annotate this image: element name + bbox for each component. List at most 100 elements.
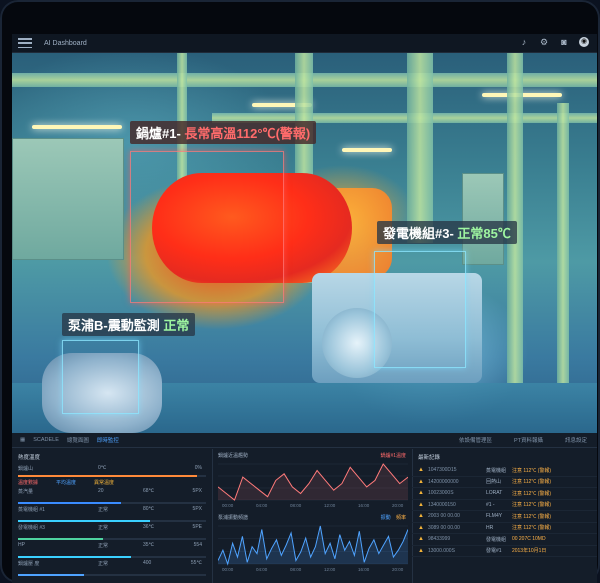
vibration-tick-label: 12:00 xyxy=(324,567,336,572)
sensor-legend: 溫度數據 平均溫度 異常溫度 xyxy=(18,479,206,488)
sensor-level-bar xyxy=(18,502,206,504)
alarm-row[interactable]: ▲ 14200000000 回熱山 注意 112℃ (警報) xyxy=(412,477,597,488)
tab-device-area[interactable]: 依設備管理區 xyxy=(459,436,492,444)
tab-pt-report[interactable]: PT資料報攝 xyxy=(514,436,543,444)
trend-tick-label: 20:00 xyxy=(392,503,404,508)
menu-icon[interactable] xyxy=(18,38,32,48)
pump-detection-box[interactable] xyxy=(62,340,139,414)
sensor-state: 正常 xyxy=(98,525,109,531)
sensor-name: 鍋爐壓 度 xyxy=(18,561,40,567)
alarm-row[interactable]: ▲ 1340000150 #1 - 注意 112℃ (警報) xyxy=(412,500,597,511)
vibration-chart-header: 泵浦振動頻譜 振動 頻率 xyxy=(218,514,406,521)
pump-name: 泵浦B-震動監測 xyxy=(68,318,160,333)
top-bar: AI Dashboard ♪ ⚙ ◙ ◉ xyxy=(12,34,597,53)
sensor-value: 80℃ xyxy=(143,506,155,512)
boiler-detection-box[interactable] xyxy=(130,151,284,303)
alarm-row[interactable]: ▲ 1047300D15 蒸電機組 注意 112℃ (警報) xyxy=(412,465,597,477)
warning-icon: ▲ xyxy=(418,478,424,485)
sensor-level-bar xyxy=(18,556,206,558)
avatar[interactable]: ◉ xyxy=(579,37,589,47)
tab-live[interactable]: 即時監控 xyxy=(97,436,119,444)
thermal-camera-view: 鍋爐#1- 長常高溫112°℃(警報) 發電機組#3- 正常85℃ 泵浦B-震動… xyxy=(12,53,597,433)
sensor-level-bar xyxy=(18,574,206,576)
trend-tick-label: 08:00 xyxy=(290,503,302,508)
alarm-status: 注意 112℃ (警報) xyxy=(511,490,552,497)
tablet-frame: AI Dashboard ♪ ⚙ ◙ ◉ 鍋爐#1- 長常高溫112°℃(警報) xyxy=(0,0,600,583)
charts-panel: 鍋爐近溫趨勢 鍋爐#1溫度 00:00 04:00 08:00 12:00 16:00 2… xyxy=(212,449,413,583)
trend-chart-header: 鍋爐近溫趨勢 鍋爐#1溫度 xyxy=(218,452,406,459)
alarm-row[interactable]: ▲ 2003 00 00.00 FLM4Y 注意 112℃ (警報) xyxy=(412,511,597,523)
app-title: AI Dashboard xyxy=(44,39,87,47)
alarm-time: 3089 00 00.00 xyxy=(427,524,460,531)
warning-icon: ▲ xyxy=(418,547,424,554)
tab-scadele[interactable]: SCADELE xyxy=(33,437,59,443)
vibration-legend-2: 頻率 xyxy=(395,515,406,521)
warning-icon: ▲ xyxy=(418,501,424,508)
alarm-time: 14200000000 xyxy=(427,478,459,485)
sensor-state: 正常 xyxy=(98,507,109,513)
alarm-row[interactable]: ▲ 13000.000S 發電#1 2013年10月1日 xyxy=(412,546,597,557)
bottom-panel: ▦ SCADELE 總覽面圖 即時監控 依設備管理區 PT資料報攝 訊息設定 熱… xyxy=(12,433,597,583)
alarm-panel: 最新記錄 ▲ 1047300D15 蒸電機組 注意 112℃ (警報) ▲ 1420000… xyxy=(412,449,597,583)
boiler-name: 鍋爐#1- xyxy=(136,126,181,141)
legend-abnormal: 異常溫度 xyxy=(94,480,115,486)
ceiling-light xyxy=(32,125,122,129)
alarm-row[interactable]: ▲ 10023000S LORAT 注意 112℃ (警報) xyxy=(412,488,597,500)
alarm-status: 注意 112℃ (警報) xyxy=(511,502,552,509)
sensor-unit: 5PX xyxy=(192,506,202,512)
sensor-panel: 熱度溫度 鍋爐山 0℃ 0% 溫度數據 平均溫度 異常溫度 蒸汽量 20 68℃ 5P… xyxy=(12,449,213,583)
alarm-device: LORAT xyxy=(485,490,503,497)
vibration-chart: 00:00 04:00 08:00 12:00 16:00 20:00 xyxy=(218,525,408,572)
alarm-time: 13000.000S xyxy=(427,547,455,554)
sensor-level-bar xyxy=(18,520,206,522)
alarm-device: FLM4Y xyxy=(485,513,503,520)
ceiling-light xyxy=(342,148,392,152)
tab-message-settings[interactable]: 訊息設定 xyxy=(565,436,587,444)
trend-legend: 鍋爐#1溫度 xyxy=(380,453,406,459)
alarm-device: #1 - xyxy=(485,501,495,508)
tab-bar: ▦ SCADELE 總覽面圖 即時監控 依設備管理區 PT資料報攝 訊息設定 xyxy=(12,433,597,448)
pipe xyxy=(557,103,569,383)
sensor-header-right: 0% xyxy=(194,465,202,471)
alarm-status: 注意 112℃ (警報) xyxy=(511,513,552,520)
sensor-state: 正常 xyxy=(98,543,109,549)
boiler-status: 長常高溫112°℃(警報) xyxy=(184,126,311,141)
sensor-name: 蒸電機組 #1 xyxy=(18,507,45,513)
alarm-device: 蒸電機組 xyxy=(485,467,506,474)
camera-icon[interactable]: ◙ xyxy=(559,37,569,47)
trend-tick-label: 00:00 xyxy=(222,503,234,508)
tab-overview[interactable]: 總覽面圖 xyxy=(67,436,89,444)
sensor-unit: 554 xyxy=(193,542,202,548)
alarm-time: 98433999 xyxy=(427,536,451,543)
generator-detection-box[interactable] xyxy=(374,251,466,368)
dashboard-screen: AI Dashboard ♪ ⚙ ◙ ◉ 鍋爐#1- 長常高溫112°℃(警報) xyxy=(12,34,597,583)
vibration-tick-label: 00:00 xyxy=(222,567,234,572)
alarm-device: HR xyxy=(485,524,494,531)
pump-status: 正常 xyxy=(163,318,190,333)
sensor-state: 20 xyxy=(98,488,104,494)
legend-temp: 溫度數據 xyxy=(18,480,39,486)
vibration-tick-label: 16:00 xyxy=(358,567,370,572)
alarm-device: 發電#1 xyxy=(485,548,502,555)
sensor-row: 蒸電機組 #1 正常 80℃ 5PX xyxy=(18,506,206,524)
vibration-tick-label: 04:00 xyxy=(256,567,268,572)
boiler-label: 鍋爐#1- 長常高溫112°℃(警報) xyxy=(130,121,317,144)
alarm-row[interactable]: ▲ 3089 00 00.00 HR 注意 112℃ (警報) xyxy=(412,523,597,534)
sensor-name: 發電機組 #3 xyxy=(18,525,45,531)
trend-chart: 00:00 04:00 08:00 12:00 16:00 20:00 xyxy=(218,463,408,508)
grid-icon[interactable]: ▦ xyxy=(20,437,25,443)
bell-icon[interactable]: ♪ xyxy=(519,37,529,47)
sensor-name: HP xyxy=(18,542,25,548)
legend-avg: 平均溫度 xyxy=(56,480,77,486)
sensor-level-bar xyxy=(18,538,206,540)
trend-area xyxy=(218,464,408,500)
sensor-title: 熱度溫度 xyxy=(18,455,41,461)
alarm-row[interactable]: ▲ 98433999 發電機組 00 207C 10MD xyxy=(412,534,597,546)
sensor-name: 蒸汽量 xyxy=(18,489,34,495)
settings-icon[interactable]: ⚙ xyxy=(539,37,549,47)
sensor-value: 400 xyxy=(143,560,152,566)
sensor-row: 發電機組 #3 正常 36℃ 5PE xyxy=(18,524,206,542)
pipe xyxy=(407,53,433,243)
alarm-status: 注意 112℃ (警報) xyxy=(511,467,552,474)
control-panel xyxy=(462,173,504,265)
